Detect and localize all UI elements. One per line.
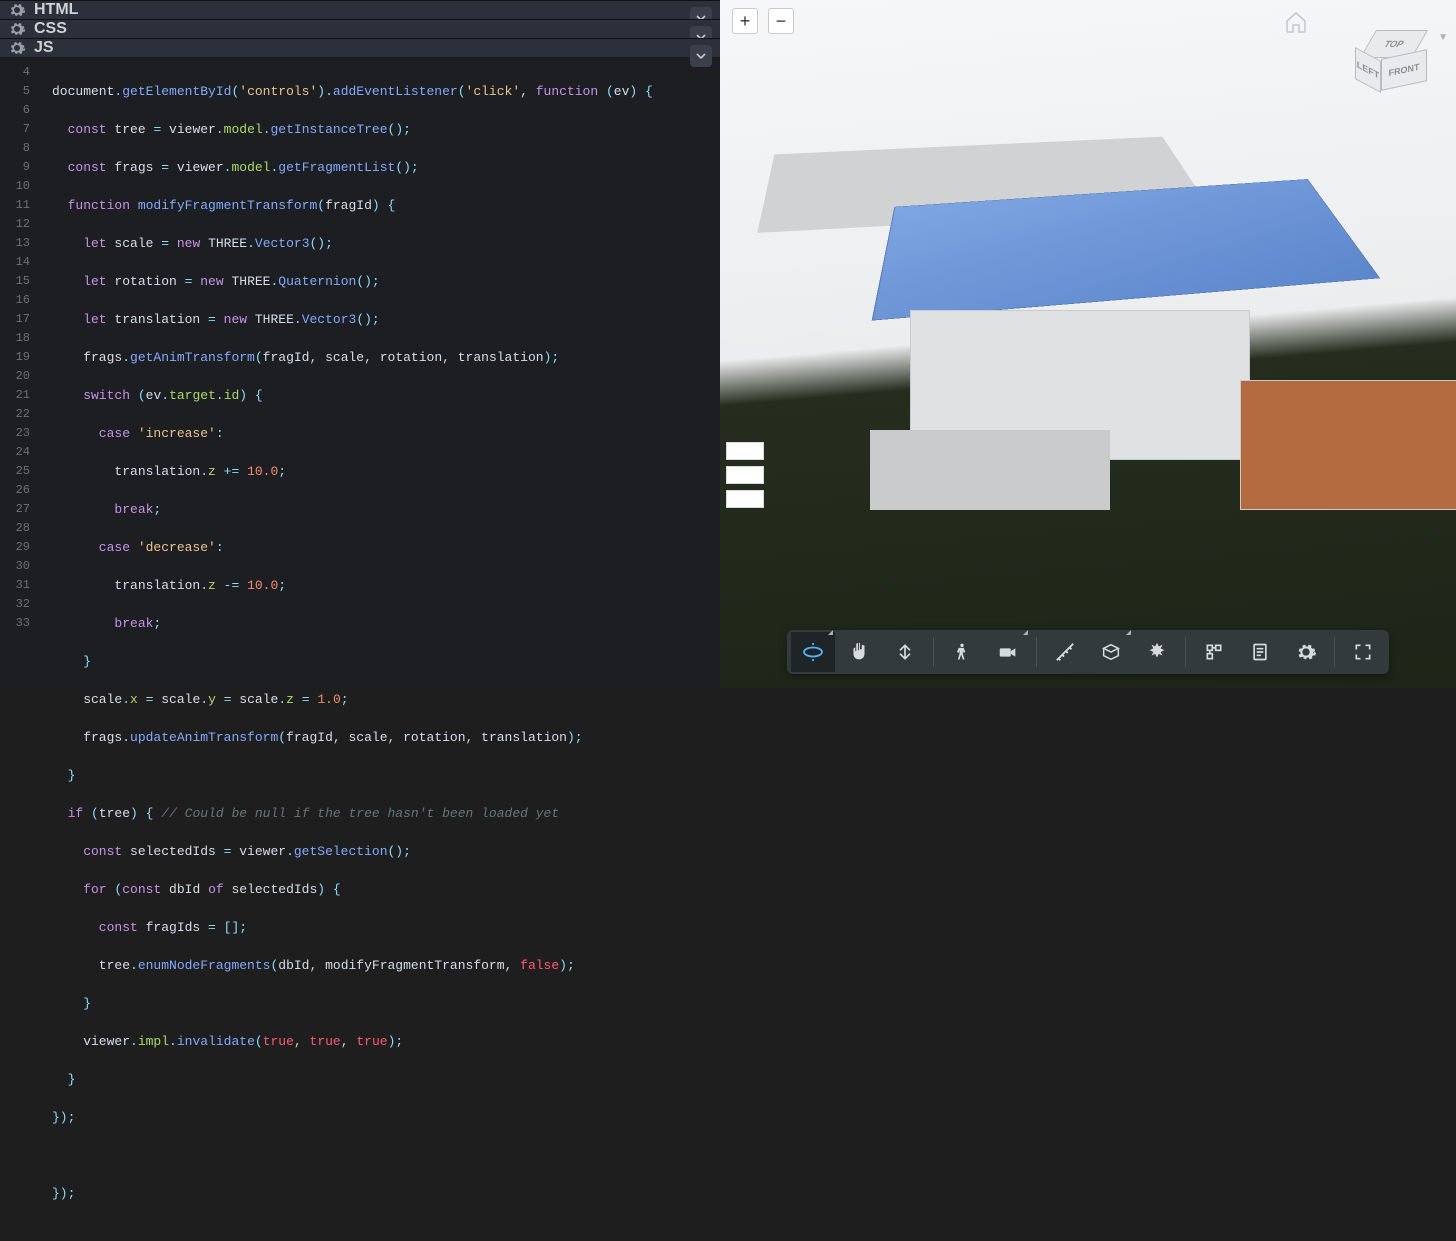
- panel-html-label: HTML: [34, 1, 78, 19]
- gear-icon[interactable]: [8, 20, 26, 38]
- measure-tool[interactable]: [1043, 632, 1087, 672]
- viewer-pane[interactable]: + − TOP LEFT FRONT ▼: [720, 0, 1456, 688]
- zoom-out-button[interactable]: −: [768, 8, 794, 34]
- panel-css[interactable]: CSS: [0, 19, 720, 38]
- pan-tool[interactable]: [837, 632, 881, 672]
- gear-icon[interactable]: [8, 1, 26, 19]
- model-scene[interactable]: [770, 100, 1436, 608]
- settings-tool[interactable]: [1284, 632, 1328, 672]
- viewcube[interactable]: TOP LEFT FRONT: [1350, 30, 1428, 96]
- zoom-tool[interactable]: [883, 632, 927, 672]
- section-tool[interactable]: [1089, 632, 1133, 672]
- code-editor[interactable]: 4 56 7 891011 12 13141516171819202122 23…: [0, 57, 720, 1241]
- panel-html[interactable]: HTML: [0, 0, 720, 19]
- side-button[interactable]: [726, 442, 764, 460]
- zoom-in-button[interactable]: +: [732, 8, 758, 34]
- line-gutter: 4 56 7 891011 12 13141516171819202122 23…: [0, 63, 36, 633]
- code-body[interactable]: document.getElementById('controls').addE…: [52, 63, 720, 1241]
- panel-js[interactable]: JS: [0, 38, 720, 57]
- side-button[interactable]: [726, 490, 764, 508]
- fullscreen-tool[interactable]: [1341, 632, 1385, 672]
- properties-tool[interactable]: [1238, 632, 1282, 672]
- camera-tool[interactable]: [986, 632, 1030, 672]
- editor-pane: HTML CSS JS 4 56 7 891011 12 13141516171…: [0, 0, 720, 688]
- side-buttons: [726, 442, 764, 508]
- orbit-tool[interactable]: [791, 632, 835, 672]
- viewer-toolbar: [787, 630, 1389, 674]
- explode-tool[interactable]: [1135, 632, 1179, 672]
- model-browser-tool[interactable]: [1192, 632, 1236, 672]
- walk-tool[interactable]: [940, 632, 984, 672]
- gear-icon[interactable]: [8, 39, 26, 57]
- viewcube-dropdown-icon[interactable]: ▼: [1438, 32, 1448, 43]
- zoom-controls: + −: [732, 8, 794, 34]
- home-icon[interactable]: [1284, 10, 1308, 34]
- panel-css-label: CSS: [34, 20, 67, 38]
- panel-js-label: JS: [34, 39, 54, 57]
- side-button[interactable]: [726, 466, 764, 484]
